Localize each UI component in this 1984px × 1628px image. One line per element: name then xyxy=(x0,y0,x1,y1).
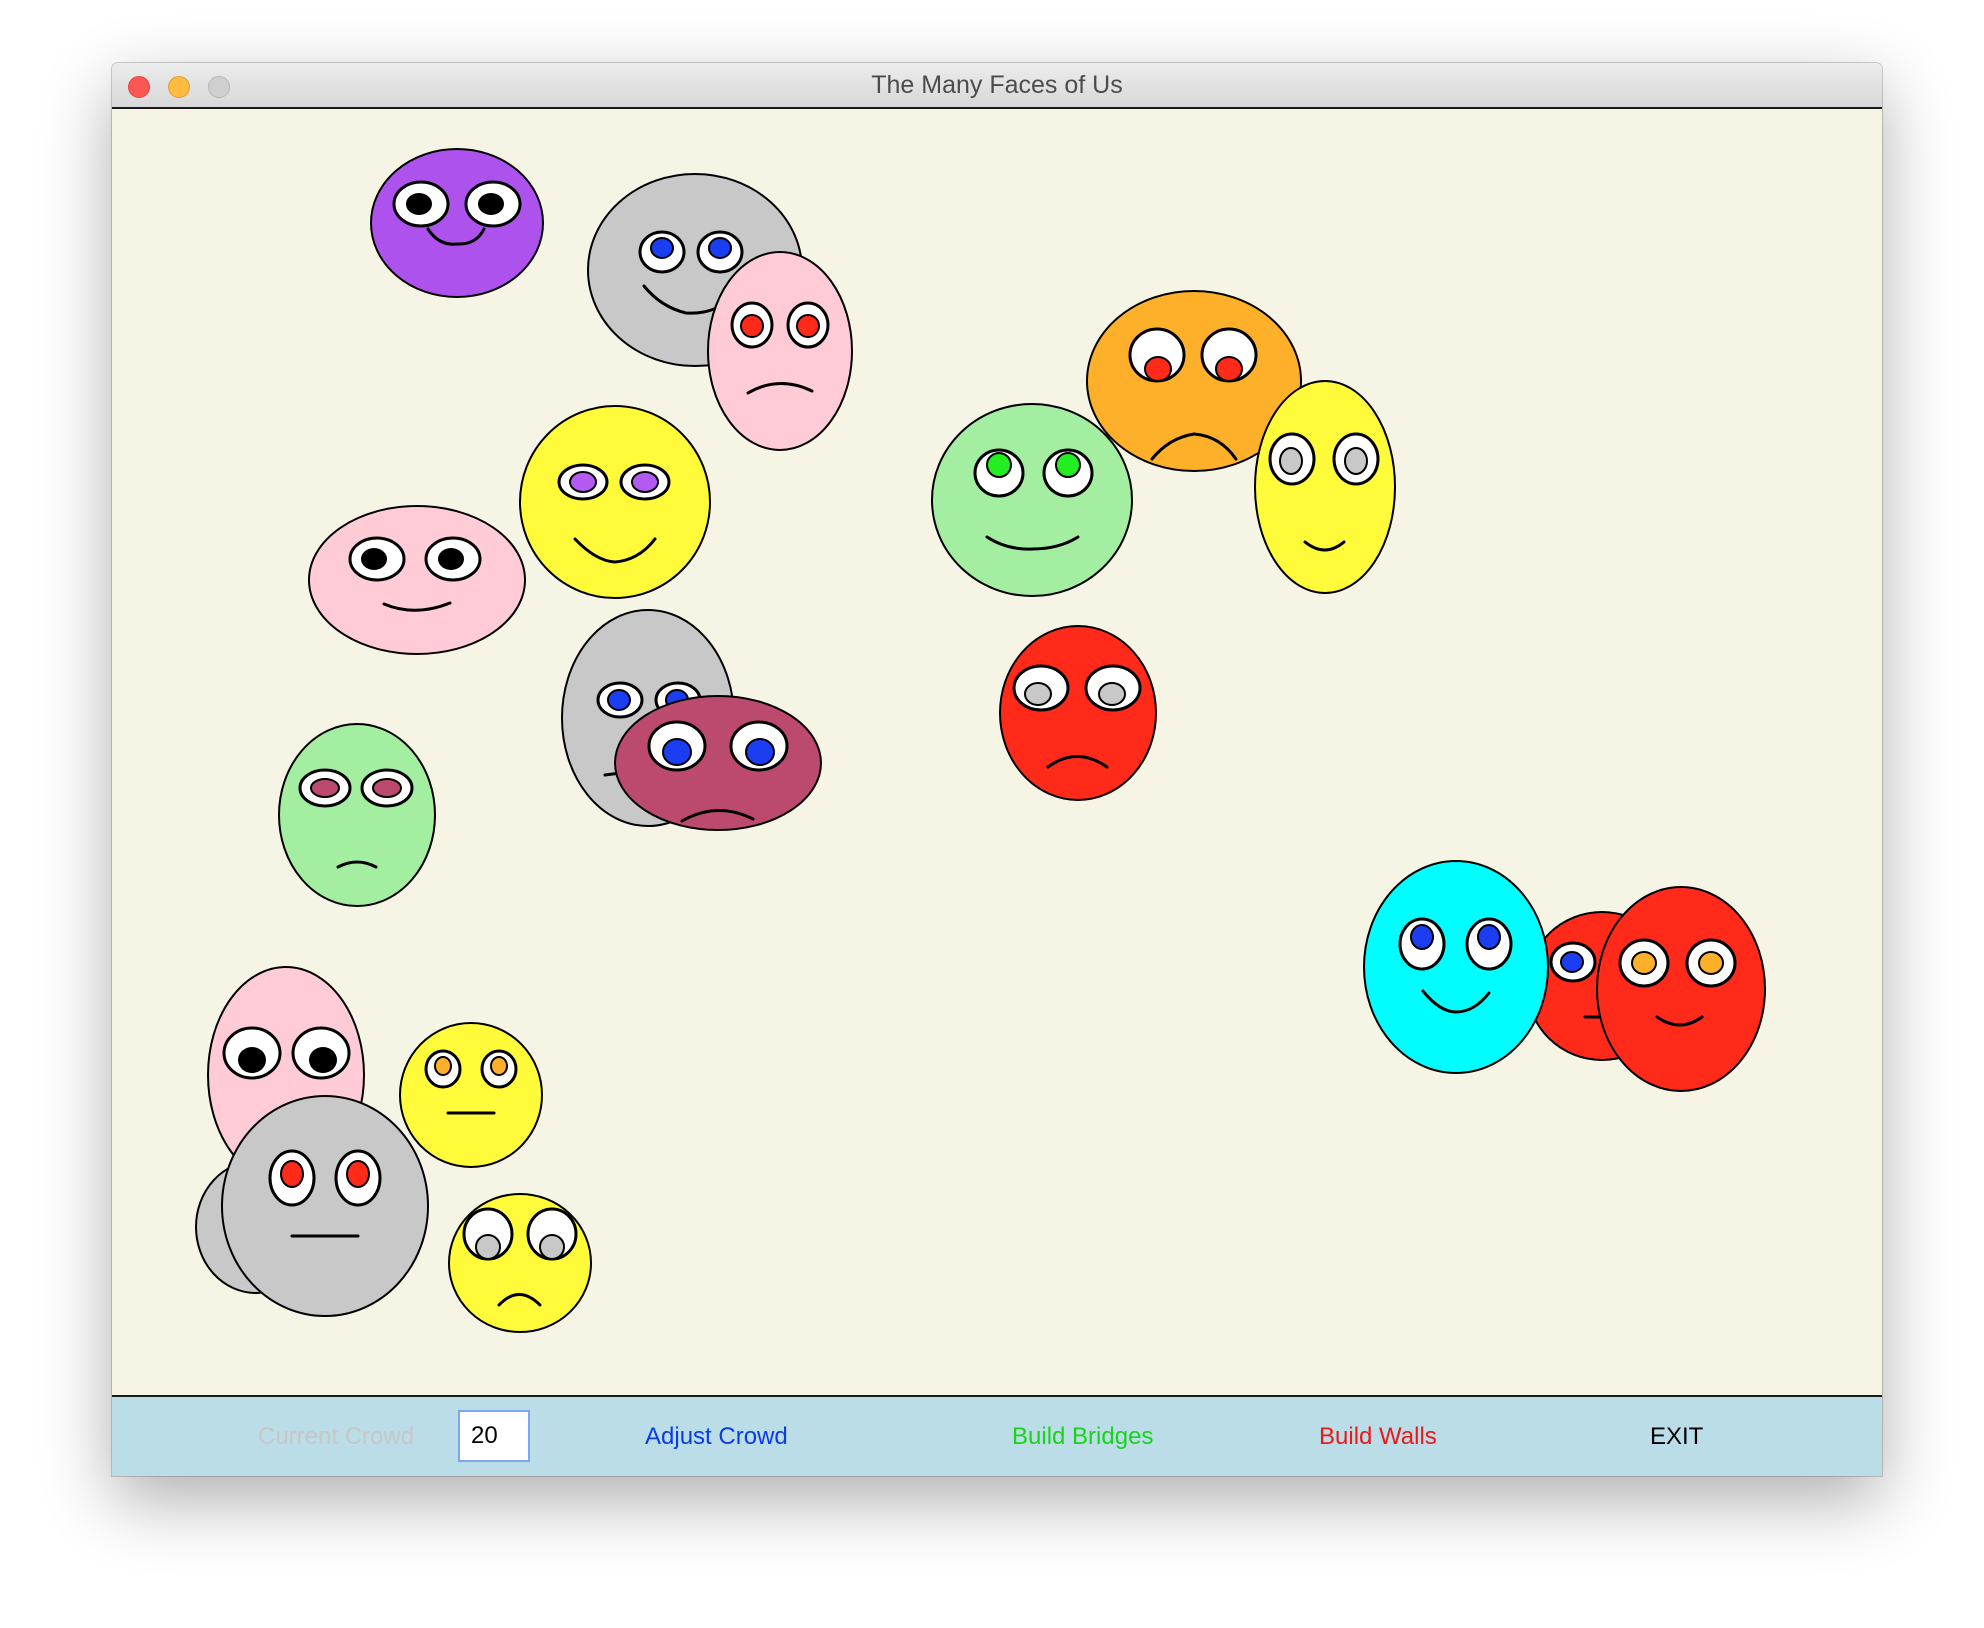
build-bridges-button[interactable]: Build Bridges xyxy=(1012,1423,1153,1451)
face-gray-neutral-large xyxy=(221,1095,429,1317)
face-yellow-neutral xyxy=(399,1022,543,1168)
adjust-crowd-button[interactable]: Adjust Crowd xyxy=(645,1423,788,1451)
face-yellow-sad xyxy=(448,1193,592,1333)
face-red-sad xyxy=(999,625,1157,801)
face-light-green-sad xyxy=(278,723,436,907)
app-window: The Many Faces of Us .f { stroke: #000; … xyxy=(112,63,1882,1476)
face-yellow-happy-tall xyxy=(1254,380,1396,594)
face-cyan-happy xyxy=(1363,860,1549,1074)
face-pink-sad xyxy=(707,251,853,451)
exit-button[interactable]: EXIT xyxy=(1650,1423,1703,1451)
face-pink-happy xyxy=(308,505,526,655)
face-maroon-sad xyxy=(614,695,822,831)
faces-canvas: .f { stroke: #000; stroke-width: 2; } .w… xyxy=(195,148,1766,1333)
face-purple-happy xyxy=(370,148,544,298)
face-yellow-happy xyxy=(519,405,711,599)
current-crowd-label: Current Crowd xyxy=(258,1423,415,1450)
control-toolbar: Current Crowd Adjust Crowd Build Bridges… xyxy=(112,1395,1882,1476)
crowd-size-input[interactable] xyxy=(458,1410,530,1462)
face-light-green-happy xyxy=(931,403,1133,597)
face-red-happy xyxy=(1596,886,1766,1092)
build-walls-button[interactable]: Build Walls xyxy=(1319,1423,1437,1451)
title-bar: The Many Faces of Us xyxy=(112,63,1882,109)
window-title: The Many Faces of Us xyxy=(871,71,1123,99)
